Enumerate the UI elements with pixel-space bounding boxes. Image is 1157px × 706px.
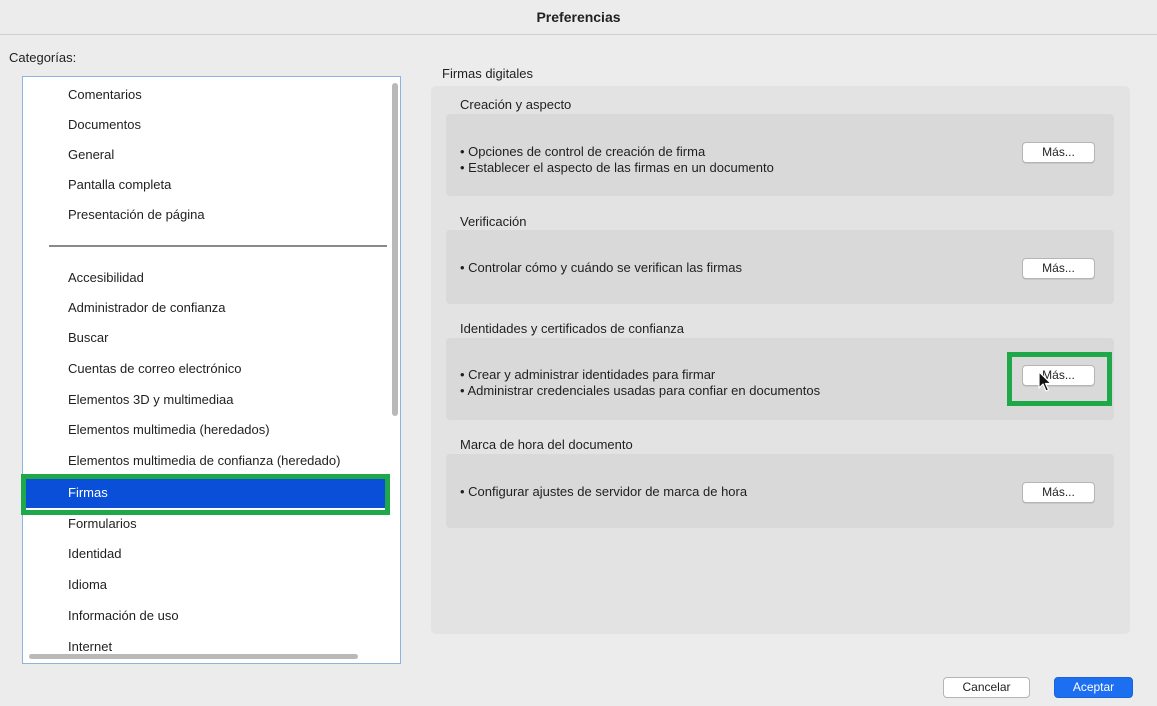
category-item-accesibilidad[interactable]: Accesibilidad (23, 263, 385, 293)
categories-horizontal-scrollbar[interactable] (29, 654, 358, 659)
group-line: • Establecer el aspecto de las firmas en… (460, 160, 774, 175)
category-item-buscar[interactable]: Buscar (23, 323, 385, 353)
categories-vertical-scrollbar[interactable] (392, 83, 398, 416)
group-title-verificacion: Verificación (460, 214, 527, 229)
window-title: Preferencias (0, 0, 1157, 35)
category-item-comentarios[interactable]: Comentarios (23, 80, 385, 110)
category-item-administrador-confianza[interactable]: Administrador de confianza (23, 293, 385, 323)
category-item-multimedia-heredados[interactable]: Elementos multimedia (heredados) (23, 415, 385, 445)
identidades-mas-button[interactable]: Más... (1022, 365, 1095, 386)
category-separator (49, 245, 387, 247)
category-item-idioma[interactable]: Idioma (23, 570, 385, 600)
categories-label: Categorías: (9, 50, 77, 65)
group-line: • Administrar credenciales usadas para c… (460, 383, 821, 398)
categories-list[interactable]: Comentarios Documentos General Pantalla … (22, 76, 401, 664)
group-line: • Opciones de control de creación de fir… (460, 144, 706, 159)
marca-hora-mas-button[interactable]: Más... (1022, 482, 1095, 503)
category-item-elementos-3d[interactable]: Elementos 3D y multimediaa (23, 385, 385, 415)
group-title-creacion: Creación y aspecto (460, 97, 572, 112)
group-line: • Configurar ajustes de servidor de marc… (460, 484, 748, 499)
category-item-formularios[interactable]: Formularios (23, 509, 385, 539)
category-item-multimedia-confianza[interactable]: Elementos multimedia de confianza (hered… (23, 446, 385, 476)
group-line: • Crear y administrar identidades para f… (460, 367, 716, 382)
mouse-pointer-icon (1038, 371, 1052, 392)
category-item-informacion-uso[interactable]: Información de uso (23, 601, 385, 631)
category-item-documentos[interactable]: Documentos (23, 110, 385, 140)
category-item-firmas[interactable]: Firmas (23, 478, 385, 508)
section-title: Firmas digitales (442, 66, 534, 81)
category-item-cuentas-correo[interactable]: Cuentas de correo electrónico (23, 354, 385, 384)
cancel-button[interactable]: Cancelar (943, 677, 1030, 698)
category-item-pantalla-completa[interactable]: Pantalla completa (23, 170, 385, 200)
category-item-presentacion-pagina[interactable]: Presentación de página (23, 200, 385, 230)
accept-button[interactable]: Aceptar (1054, 677, 1133, 698)
verificacion-mas-button[interactable]: Más... (1022, 258, 1095, 279)
group-line: • Controlar cómo y cuándo se verifican l… (460, 260, 742, 275)
category-item-identidad[interactable]: Identidad (23, 539, 385, 569)
creacion-mas-button[interactable]: Más... (1022, 142, 1095, 163)
group-title-marca-hora: Marca de hora del documento (460, 437, 633, 452)
group-title-identidades: Identidades y certificados de confianza (460, 321, 685, 336)
category-item-general[interactable]: General (23, 140, 385, 170)
